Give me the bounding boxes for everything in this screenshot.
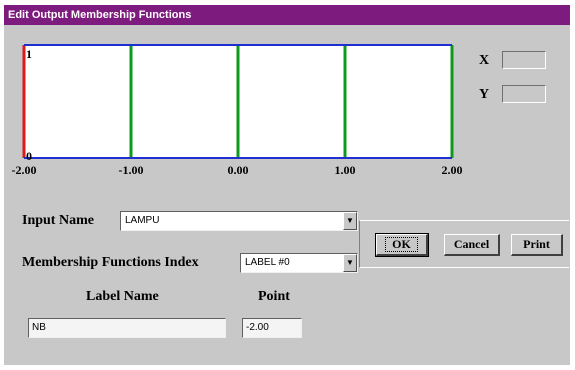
y-max-label: 1	[26, 47, 32, 61]
mf-index-value: LABEL #0	[245, 257, 290, 268]
x-tick-label: -1.00	[118, 163, 144, 177]
edit-output-mf-dialog: Edit Output Membership Functions 1 0 -2.…	[4, 5, 570, 365]
ok-button-label: OK	[385, 237, 418, 252]
x-readout-label: X	[479, 53, 490, 68]
y-readout-value	[502, 85, 546, 103]
ok-button[interactable]: OK	[375, 233, 429, 257]
input-name-label: Input Name	[22, 213, 94, 228]
chevron-down-icon[interactable]: ▼	[343, 212, 357, 230]
x-tick-label: 1.00	[334, 163, 356, 177]
input-name-value: LAMPU	[125, 215, 160, 226]
input-name-select[interactable]: LAMPU ▼	[120, 211, 358, 231]
chevron-down-icon[interactable]: ▼	[343, 254, 357, 272]
cancel-button[interactable]: Cancel	[444, 234, 500, 256]
x-tick-label: 2.00	[441, 163, 463, 177]
print-button[interactable]: Print	[511, 234, 563, 256]
y-min-label: 0	[26, 149, 32, 163]
mf-index-select[interactable]: LABEL #0 ▼	[240, 253, 358, 273]
x-tick-label: 0.00	[227, 163, 249, 177]
button-group: OK Cancel Print	[359, 220, 569, 268]
point-header: Point	[258, 289, 290, 304]
point-input[interactable]: -2.00	[242, 318, 302, 338]
x-readout-value	[502, 51, 546, 69]
label-name-input[interactable]: NB	[28, 318, 226, 338]
label-name-header: Label Name	[86, 289, 159, 304]
y-readout-label: Y	[479, 87, 490, 102]
mf-index-label: Membership Functions Index	[22, 255, 199, 270]
x-tick-label: -2.00	[11, 163, 37, 177]
